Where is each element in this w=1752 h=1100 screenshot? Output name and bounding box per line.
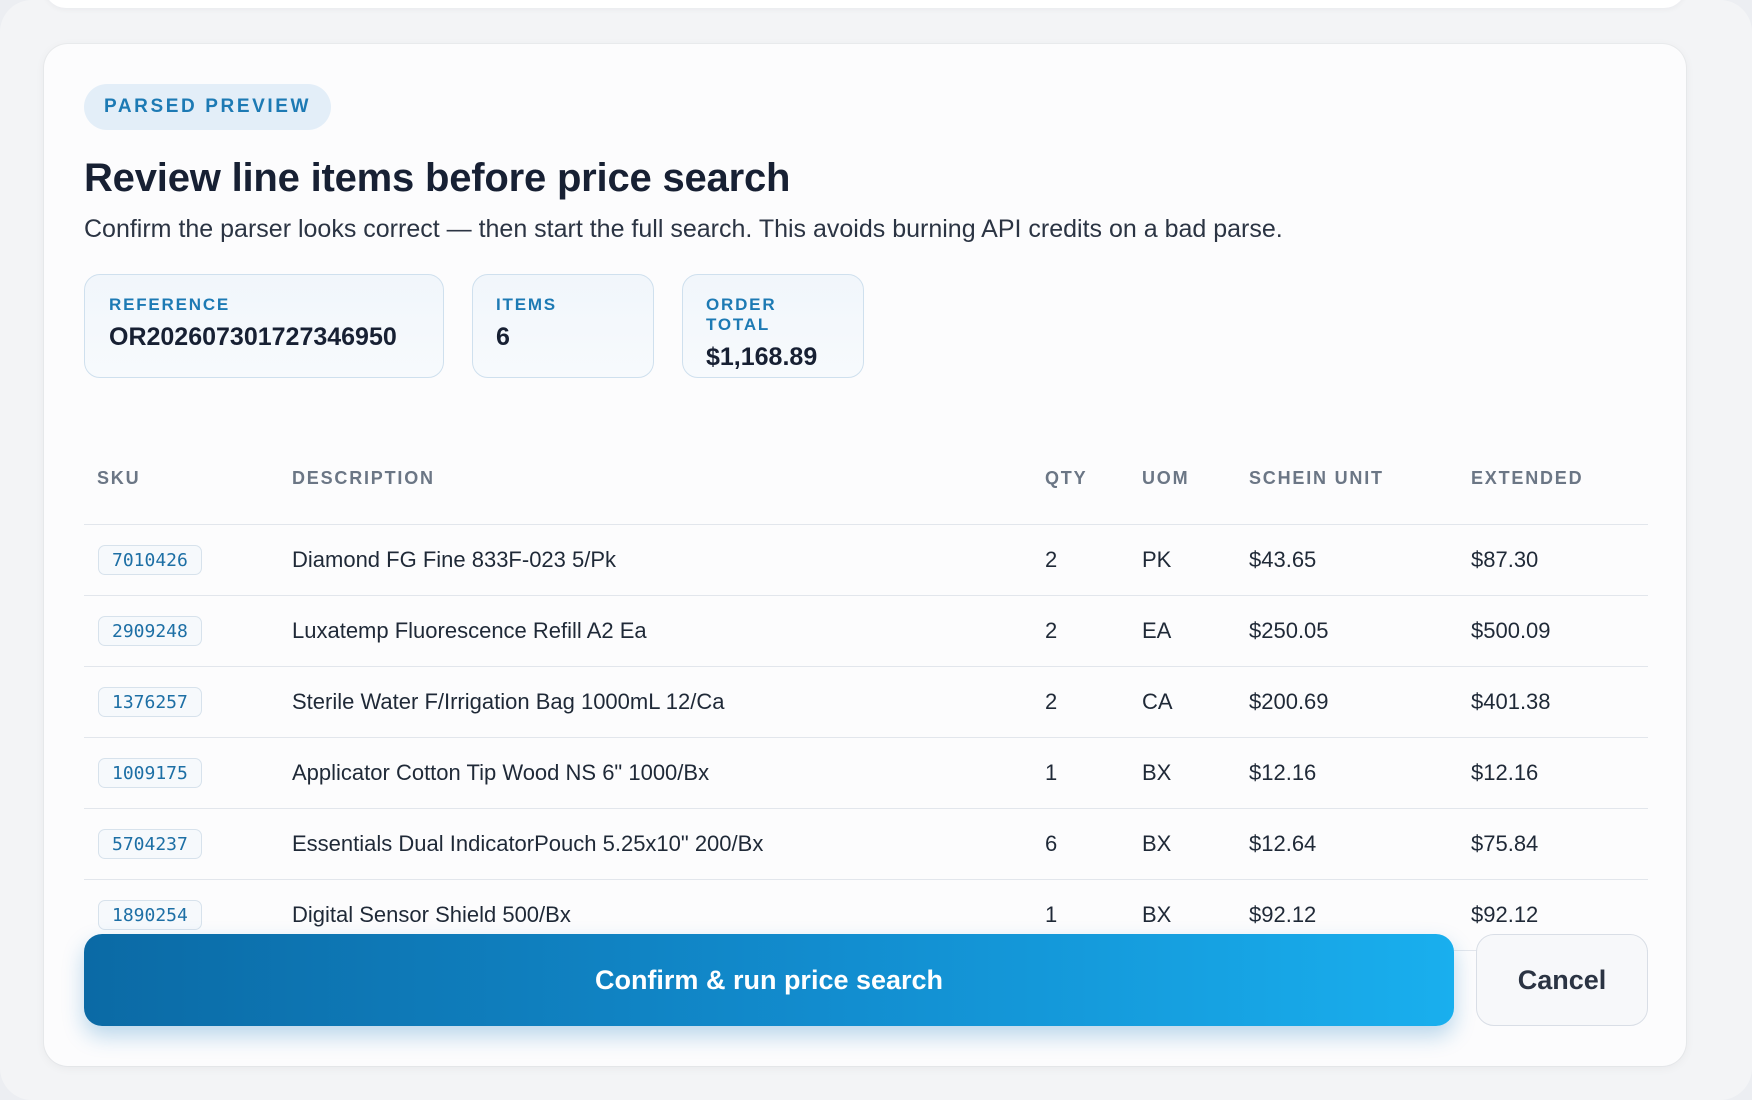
uom-cell: BX: [1142, 831, 1172, 856]
order-total-label: ORDER TOTAL: [706, 295, 777, 334]
confirm-run-price-search-button[interactable]: Confirm & run price search: [84, 934, 1454, 1026]
unit-price-cell: $12.16: [1249, 760, 1317, 785]
reference-value: OR202607301727346950: [109, 323, 397, 351]
sku-code: 1376257: [98, 687, 202, 717]
reference-label: REFERENCE: [109, 295, 231, 314]
qty-cell: 2: [1045, 618, 1058, 643]
extended-price-cell: $12.16: [1471, 760, 1539, 785]
action-bar: Confirm & run price search Cancel: [84, 934, 1648, 1026]
items-value: 6: [496, 323, 510, 351]
line-items-table: SKU DESCRIPTION QTY UOM SCHEIN UNIT EXTE…: [84, 432, 1648, 951]
column-header-description: DESCRIPTION: [292, 468, 435, 488]
table-row: 5704237 Essentials Dual IndicatorPouch 5…: [84, 809, 1648, 880]
column-header-uom: UOM: [1142, 468, 1190, 488]
qty-cell: 6: [1045, 831, 1058, 856]
sku-code: 7010426: [98, 545, 202, 575]
unit-price-cell: $43.65: [1249, 547, 1317, 572]
card-content: PARSED PREVIEW Review line items before …: [84, 84, 1648, 380]
table-row: 1009175 Applicator Cotton Tip Wood NS 6"…: [84, 738, 1648, 809]
sku-code: 1009175: [98, 758, 202, 788]
uom-cell: BX: [1142, 760, 1172, 785]
description-cell: Luxatemp Fluorescence Refill A2 Ea: [292, 618, 647, 643]
table-row: 2909248 Luxatemp Fluorescence Refill A2 …: [84, 596, 1648, 667]
column-header-sku: SKU: [97, 468, 141, 488]
description-cell: Essentials Dual IndicatorPouch 5.25x10" …: [292, 831, 764, 856]
table-header: SKU DESCRIPTION QTY UOM SCHEIN UNIT EXTE…: [84, 432, 1648, 525]
qty-cell: 2: [1045, 689, 1058, 714]
description-cell: Diamond FG Fine 833F-023 5/Pk: [292, 547, 617, 572]
uom-cell: EA: [1142, 618, 1172, 643]
unit-price-cell: $250.05: [1249, 618, 1329, 643]
column-header-qty: QTY: [1045, 468, 1088, 488]
extended-price-cell: $75.84: [1471, 831, 1539, 856]
summary-stats: REFERENCE OR202607301727346950 ITEMS 6 O…: [84, 274, 1648, 380]
column-header-schein-unit: SCHEIN UNIT: [1249, 468, 1384, 488]
description-cell: Sterile Water F/Irrigation Bag 1000mL 12…: [292, 689, 725, 714]
page-title: Review line items before price search: [84, 156, 791, 200]
extended-price-cell: $87.30: [1471, 547, 1539, 572]
cancel-button[interactable]: Cancel: [1476, 934, 1648, 1026]
sku-code: 1890254: [98, 900, 202, 930]
extended-price-cell: $500.09: [1471, 618, 1551, 643]
order-total-stat: ORDER TOTAL $1,168.89: [682, 274, 864, 378]
unit-price-cell: $12.64: [1249, 831, 1317, 856]
parsed-preview-card: PARSED PREVIEW Review line items before …: [44, 44, 1686, 1066]
parsed-preview-badge: PARSED PREVIEW: [84, 84, 332, 130]
qty-cell: 2: [1045, 547, 1058, 572]
unit-price-cell: $200.69: [1249, 689, 1329, 714]
page-subtitle: Confirm the parser looks correct — then …: [84, 215, 1283, 243]
qty-cell: 1: [1045, 760, 1058, 785]
sku-code: 2909248: [98, 616, 202, 646]
items-label: ITEMS: [496, 295, 557, 314]
uom-cell: PK: [1142, 547, 1172, 572]
reference-stat: REFERENCE OR202607301727346950: [84, 274, 444, 378]
description-cell: Applicator Cotton Tip Wood NS 6" 1000/Bx: [292, 760, 710, 785]
uom-cell: CA: [1142, 689, 1173, 714]
table-row: 1376257 Sterile Water F/Irrigation Bag 1…: [84, 667, 1648, 738]
sku-code: 5704237: [98, 829, 202, 859]
table-row: 7010426 Diamond FG Fine 833F-023 5/Pk 2 …: [84, 525, 1648, 596]
extended-price-cell: $401.38: [1471, 689, 1551, 714]
items-stat: ITEMS 6: [472, 274, 654, 378]
order-total-value: $1,168.89: [706, 343, 818, 371]
previous-card-edge: [44, 0, 1686, 8]
column-header-extended: EXTENDED: [1471, 468, 1584, 488]
